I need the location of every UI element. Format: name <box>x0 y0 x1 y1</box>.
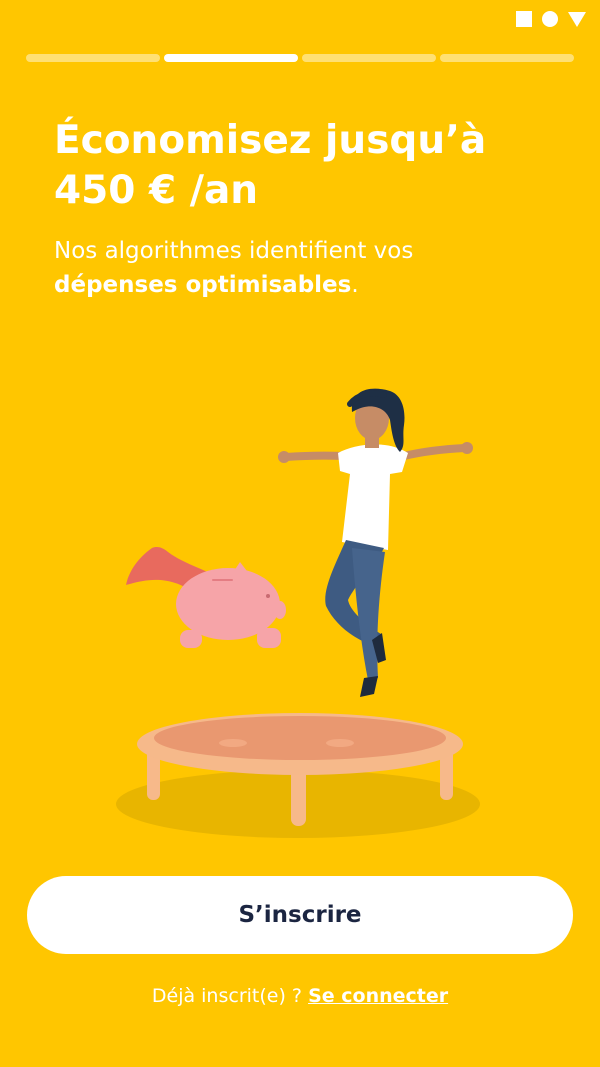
description-line-2: dépenses optimisables. <box>54 268 554 302</box>
progress-step-3 <box>302 54 436 62</box>
description-highlight: dépenses optimisables <box>54 272 352 298</box>
onboarding-screen: Économisez jusqu’à 450 € /an Nos algorit… <box>0 0 600 1067</box>
signup-button[interactable]: S’inscrire <box>27 876 573 954</box>
progress-step-2-current <box>164 54 298 62</box>
jumping-woman <box>278 388 473 697</box>
onboarding-progress <box>26 54 574 62</box>
circle-icon <box>542 11 558 27</box>
system-status-icons <box>516 11 586 27</box>
headline: Économisez jusqu’à 450 € /an <box>54 116 554 216</box>
triangle-icon <box>568 11 586 27</box>
headline-line-1: Économisez jusqu’à <box>54 118 487 163</box>
description-line-1: Nos algorithmes identifient vos <box>54 238 414 264</box>
piggy-bank-icon <box>126 547 286 648</box>
trampoline-illustration <box>116 388 480 838</box>
headline-line-2: 450 € /an <box>54 168 259 213</box>
login-prompt: Déjà inscrit(e) ? Se connecter <box>0 985 600 1007</box>
description: Nos algorithmes identifient vos dépenses… <box>54 234 554 302</box>
description-suffix: . <box>351 272 359 298</box>
trampoline <box>137 713 463 775</box>
progress-step-4 <box>440 54 574 62</box>
progress-step-1 <box>26 54 160 62</box>
login-link[interactable]: Se connecter <box>308 985 448 1007</box>
square-icon <box>516 11 532 27</box>
login-prompt-text: Déjà inscrit(e) ? <box>151 985 303 1007</box>
